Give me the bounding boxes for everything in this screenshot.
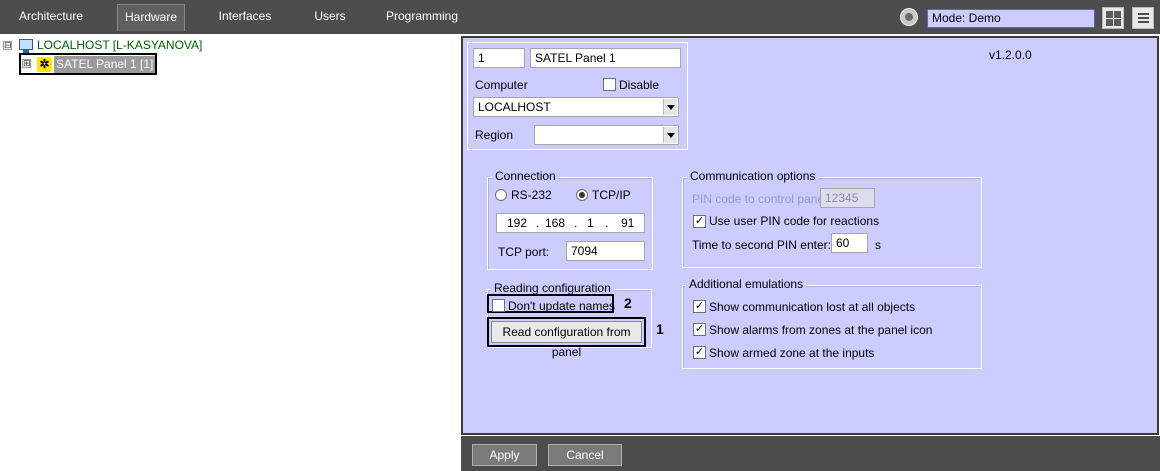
time-unit-label: s [875,238,881,252]
use-pin-checkbox[interactable]: ✓ [693,215,706,228]
dont-update-names-label: Don't update names [508,299,616,313]
callout-number-1: 1 [656,321,664,337]
connection-title: Connection [492,169,559,183]
disable-label: Disable [619,78,660,92]
cancel-button[interactable]: Cancel [548,444,622,466]
rs232-radio[interactable] [495,189,507,201]
version-label: v1.2.0.0 [989,48,1032,62]
menu-button[interactable] [1132,7,1154,29]
show-alarms-label: Show alarms from zones at the panel icon [709,323,933,337]
computer-label: Computer [475,78,528,92]
show-armed-zone-label: Show armed zone at the inputs [709,346,875,360]
tab-hardware[interactable]: Hardware [117,4,185,31]
dont-update-names-checkbox[interactable] [492,299,505,312]
apply-button[interactable]: Apply [472,444,537,466]
node-expand-toggle[interactable]: ⊞ [22,59,31,68]
ip-separator: . [536,216,540,230]
ip-separator: . [605,216,609,230]
region-label: Region [475,128,514,142]
ip-octet-4[interactable]: 91 [621,214,634,232]
ip-octet-1[interactable]: 192 [507,214,527,232]
read-configuration-button[interactable]: Read configuration from panel [491,321,642,359]
mode-gear-icon[interactable] [900,8,918,26]
additional-emulations-title: Additional emulations [686,277,807,291]
reading-configuration-title: Reading configuration [491,281,614,295]
show-communication-lost-label: Show communication lost at all objects [709,300,916,314]
tcpip-radio[interactable] [576,189,588,201]
chevron-down-icon[interactable] [663,127,677,143]
tab-architecture[interactable]: Architecture [8,4,94,31]
object-id-field[interactable]: 1 [473,48,525,68]
ip-separator: . [574,216,578,230]
satel-panel-icon: ✲ [37,57,52,72]
disable-checkbox[interactable] [603,78,616,91]
computer-value: LOCALHOST [478,100,551,114]
show-alarms-checkbox[interactable]: ✓ [693,323,706,336]
pin-code-label: PIN code to control panel: [692,192,831,206]
pin-code-field[interactable]: 12345 [820,188,875,208]
hardware-tree: ⊟ LOCALHOST [L-KASYANOVA] ⊞ ✲ SATEL Pane… [0,34,460,471]
time-second-pin-label: Time to second PIN enter: [692,238,831,252]
tcp-port-label: TCP port: [498,245,550,259]
callout-number-2: 2 [624,295,632,311]
ip-octet-2[interactable]: 168 [545,214,565,232]
top-navigation-bar: Architecture Hardware Interfaces Users P… [0,0,1160,34]
use-pin-label: Use user PIN code for reactions [709,214,880,228]
tree-root-localhost[interactable]: LOCALHOST [L-KASYANOVA] [37,38,202,52]
communication-options-title: Communication options [687,169,819,183]
show-communication-lost-checkbox[interactable]: ✓ [693,300,706,313]
ip-octet-3[interactable]: 1 [587,214,594,232]
mode-select[interactable]: Mode: Demo [927,9,1095,28]
tab-users[interactable]: Users [307,4,353,31]
time-second-pin-field[interactable]: 60 [831,233,868,253]
computer-icon [19,39,33,53]
settings-panel: 1 SATEL Panel 1 Computer Disable LOCALHO… [461,36,1159,435]
tab-programming[interactable]: Programming [382,4,462,31]
ip-address-field[interactable]: 192 . 168 . 1 . 91 [496,213,645,233]
layout-grid-button[interactable] [1102,7,1124,29]
rs232-label: RS-232 [511,188,552,202]
chevron-down-icon[interactable] [663,99,677,115]
tcp-port-field[interactable]: 7094 [566,241,645,261]
tcpip-label: TCP/IP [592,188,631,202]
tab-interfaces[interactable]: Interfaces [210,4,280,31]
computer-select[interactable]: LOCALHOST [473,97,679,117]
object-name-field[interactable]: SATEL Panel 1 [530,48,681,68]
show-armed-zone-checkbox[interactable]: ✓ [693,346,706,359]
dialog-footer: Apply Cancel [461,436,1160,471]
tree-node-satel-panel[interactable]: SATEL Panel 1 [1] [54,56,156,73]
region-select[interactable] [534,125,679,145]
root-collapse-toggle[interactable]: ⊟ [3,41,12,50]
